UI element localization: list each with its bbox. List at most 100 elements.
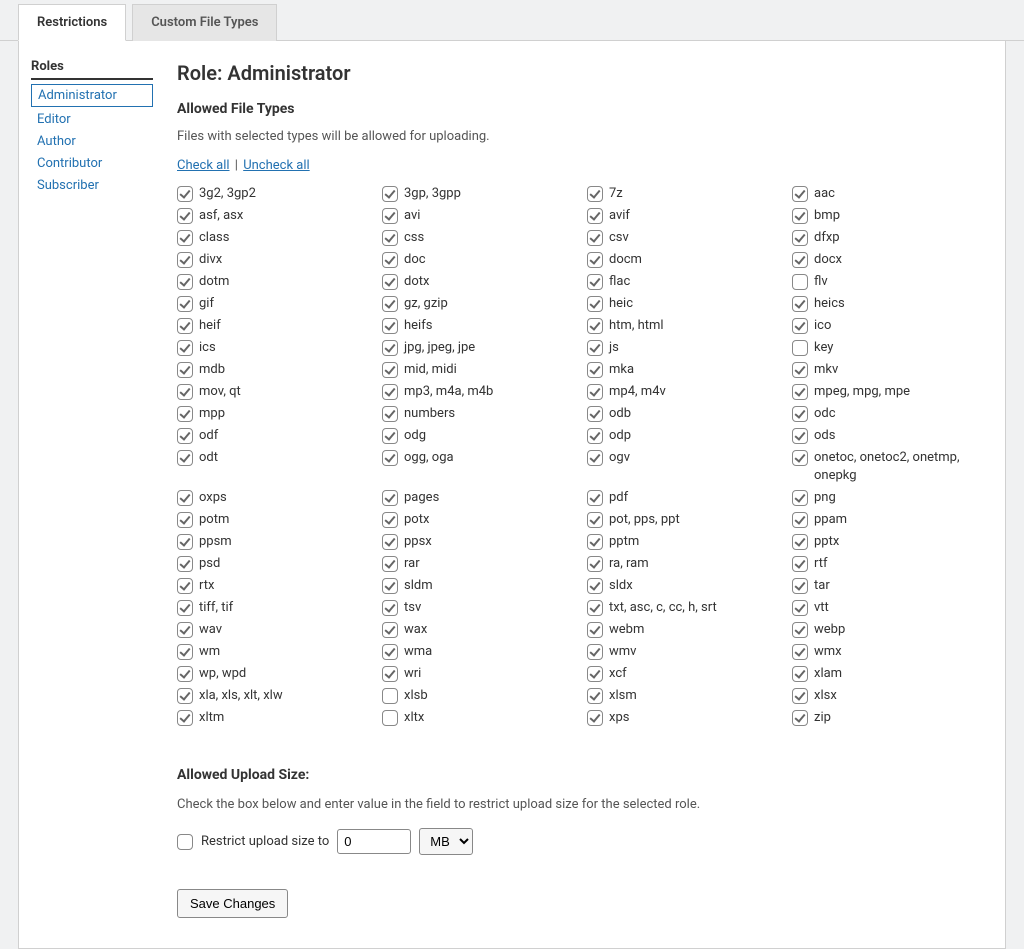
file-type-label[interactable]: zip [814,709,831,727]
file-type-label[interactable]: heics [814,295,845,313]
restrict-checkbox[interactable] [177,834,193,850]
file-type-checkbox[interactable] [792,230,808,246]
file-type-label[interactable]: xcf [609,665,627,683]
file-type-checkbox[interactable] [587,688,603,704]
file-type-label[interactable]: xla, xls, xlt, xlw [199,687,283,705]
file-type-label[interactable]: htm, html [609,317,664,335]
file-type-checkbox[interactable] [177,710,193,726]
file-type-label[interactable]: onetoc, onetoc2, onetmp, onepkg [814,449,985,485]
file-type-checkbox[interactable] [587,556,603,572]
file-type-checkbox[interactable] [792,490,808,506]
file-type-label[interactable]: xlsx [814,687,837,705]
file-type-checkbox[interactable] [792,208,808,224]
file-type-label[interactable]: wmx [814,643,842,661]
file-type-checkbox[interactable] [382,622,398,638]
file-type-label[interactable]: gif [199,295,214,313]
file-type-label[interactable]: mkv [814,361,838,379]
save-button[interactable]: Save Changes [177,889,288,918]
file-type-label[interactable]: ppsm [199,533,232,551]
file-type-label[interactable]: mp4, m4v [609,383,666,401]
file-type-checkbox[interactable] [382,340,398,356]
file-type-label[interactable]: docm [609,251,642,269]
upload-unit-select[interactable]: MBKBGB [419,828,473,855]
file-type-label[interactable]: 3gp, 3gpp [404,185,461,203]
file-type-checkbox[interactable] [382,578,398,594]
file-type-label[interactable]: ppsx [404,533,432,551]
file-type-checkbox[interactable] [587,644,603,660]
file-type-checkbox[interactable] [177,252,193,268]
file-type-label[interactable]: odb [609,405,631,423]
file-type-checkbox[interactable] [177,186,193,202]
file-type-checkbox[interactable] [177,534,193,550]
file-type-label[interactable]: jpg, jpeg, jpe [404,339,475,357]
file-type-label[interactable]: css [404,229,424,247]
file-type-label[interactable]: dfxp [814,229,840,247]
file-type-label[interactable]: avif [609,207,630,225]
file-type-label[interactable]: txt, asc, c, cc, h, srt [609,599,717,617]
file-type-checkbox[interactable] [177,556,193,572]
file-type-checkbox[interactable] [792,534,808,550]
file-type-label[interactable]: mpeg, mpg, mpe [814,383,910,401]
file-type-checkbox[interactable] [177,428,193,444]
file-type-label[interactable]: mka [609,361,634,379]
file-type-checkbox[interactable] [382,296,398,312]
file-type-checkbox[interactable] [382,666,398,682]
file-type-checkbox[interactable] [792,450,808,466]
file-type-label[interactable]: xps [609,709,629,727]
file-type-checkbox[interactable] [792,578,808,594]
file-type-checkbox[interactable] [177,406,193,422]
file-type-checkbox[interactable] [177,512,193,528]
file-type-checkbox[interactable] [382,644,398,660]
file-type-checkbox[interactable] [382,252,398,268]
file-type-checkbox[interactable] [382,534,398,550]
file-type-checkbox[interactable] [587,406,603,422]
file-type-label[interactable]: xlsb [404,687,428,705]
tab-custom-file-types[interactable]: Custom File Types [132,4,277,41]
file-type-label[interactable]: js [609,339,619,357]
file-type-label[interactable]: pot, pps, ppt [609,511,680,529]
uncheck-all-link[interactable]: Uncheck all [243,158,309,173]
file-type-checkbox[interactable] [382,600,398,616]
file-type-checkbox[interactable] [587,208,603,224]
file-type-label[interactable]: odf [199,427,218,445]
file-type-checkbox[interactable] [382,428,398,444]
file-type-checkbox[interactable] [382,512,398,528]
file-type-checkbox[interactable] [587,384,603,400]
file-type-checkbox[interactable] [792,252,808,268]
file-type-checkbox[interactable] [587,622,603,638]
file-type-label[interactable]: divx [199,251,222,269]
file-type-label[interactable]: gz, gzip [404,295,448,313]
file-type-label[interactable]: mov, qt [199,383,241,401]
file-type-label[interactable]: sldm [404,577,433,595]
file-type-checkbox[interactable] [587,450,603,466]
file-type-checkbox[interactable] [792,512,808,528]
file-type-label[interactable]: ico [814,317,831,335]
role-editor[interactable]: Editor [31,110,153,129]
file-type-label[interactable]: ods [814,427,835,445]
file-type-checkbox[interactable] [382,450,398,466]
file-type-label[interactable]: tsv [404,599,421,617]
file-type-label[interactable]: wri [404,665,421,683]
file-type-checkbox[interactable] [587,318,603,334]
file-type-label[interactable]: pptx [814,533,839,551]
file-type-label[interactable]: odt [199,449,218,467]
file-type-label[interactable]: webp [814,621,845,639]
role-subscriber[interactable]: Subscriber [31,176,153,195]
file-type-checkbox[interactable] [382,208,398,224]
file-type-label[interactable]: ogg, oga [404,449,454,467]
file-type-label[interactable]: xlsm [609,687,637,705]
file-type-checkbox[interactable] [177,622,193,638]
file-type-checkbox[interactable] [792,384,808,400]
file-type-checkbox[interactable] [792,274,808,290]
file-type-label[interactable]: key [814,339,833,357]
file-type-checkbox[interactable] [587,230,603,246]
file-type-label[interactable]: rar [404,555,420,573]
file-type-label[interactable]: asf, asx [199,207,243,225]
file-type-label[interactable]: png [814,489,836,507]
file-type-label[interactable]: wp, wpd [199,665,246,683]
file-type-checkbox[interactable] [177,208,193,224]
file-type-checkbox[interactable] [587,512,603,528]
file-type-checkbox[interactable] [382,406,398,422]
file-type-checkbox[interactable] [792,318,808,334]
file-type-checkbox[interactable] [587,274,603,290]
